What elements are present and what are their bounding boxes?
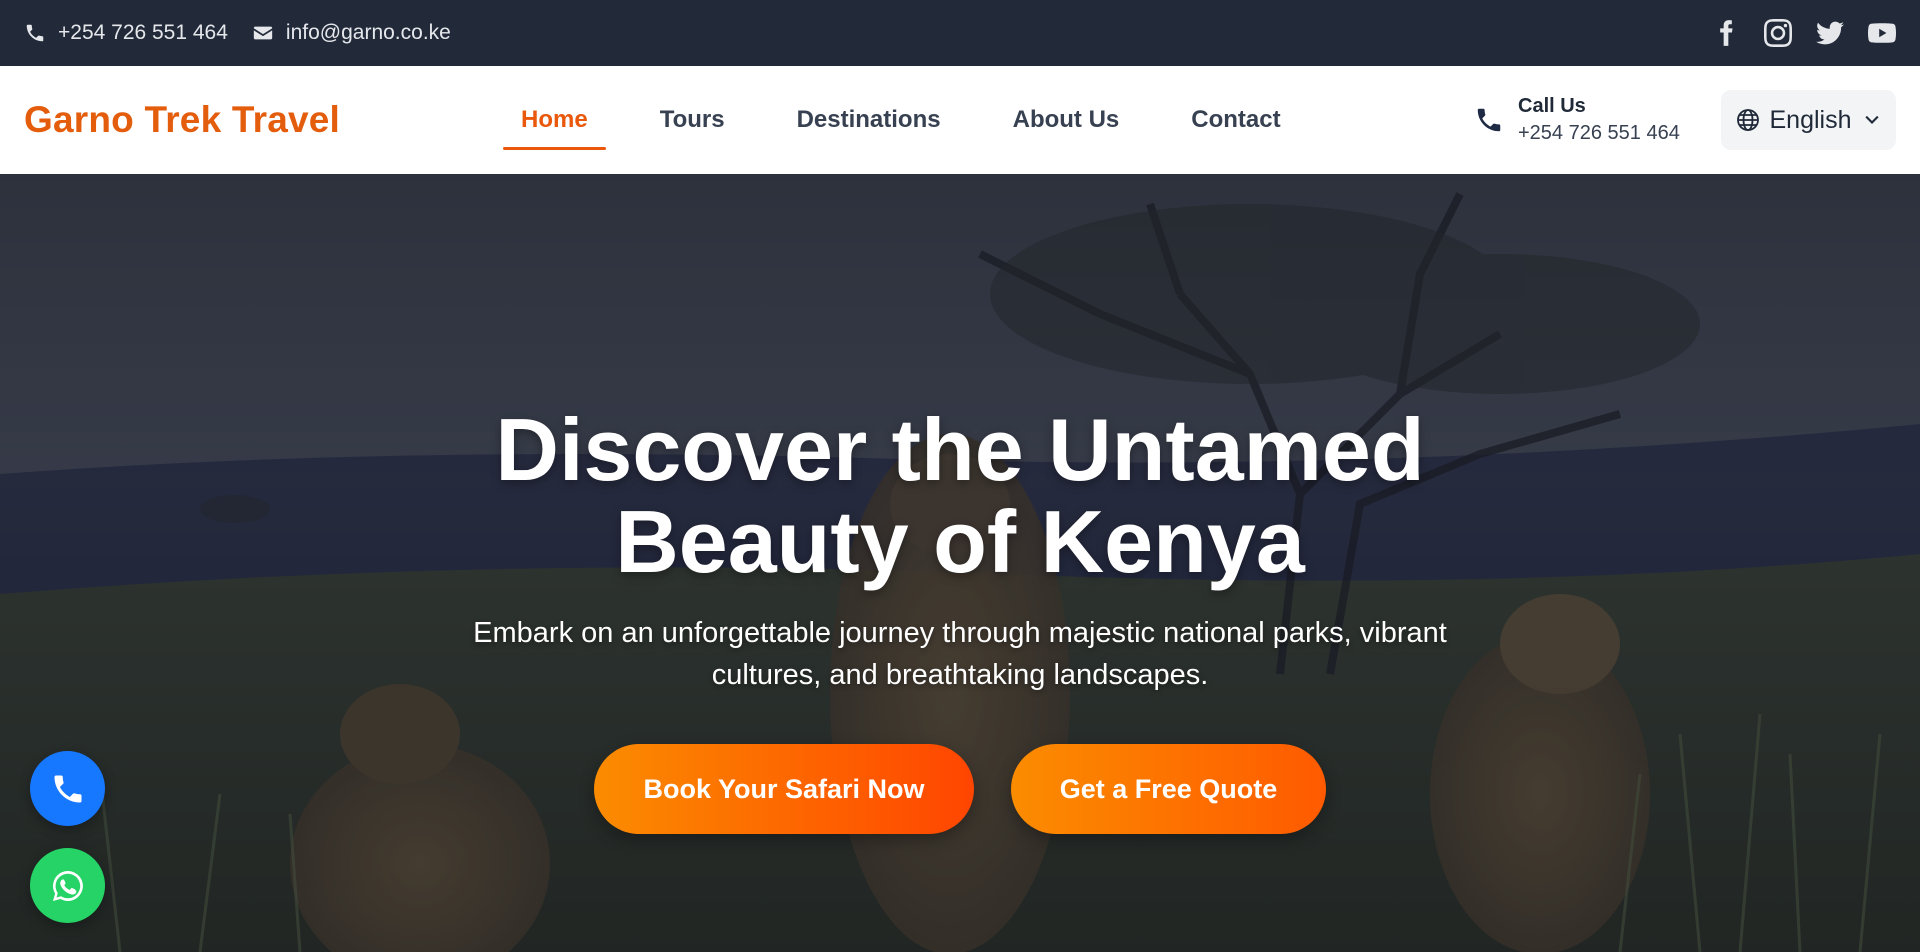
hero-subtitle-line-1: Embark on an unforgettable journey throu…	[473, 617, 1447, 649]
phone-icon	[54, 775, 81, 802]
phone-icon	[26, 24, 44, 42]
nav-links: Home Tours Destinations About Us Contact	[503, 66, 1335, 174]
floating-call-button[interactable]	[30, 751, 105, 826]
hero-title-line-2: Beauty of Kenya	[615, 492, 1305, 591]
free-quote-button[interactable]: Get a Free Quote	[1011, 744, 1326, 834]
topbar-contact: +254 726 551 464 info@garno.co.ke	[24, 0, 451, 66]
topbar-email[interactable]: info@garno.co.ke	[252, 21, 451, 45]
facebook-icon[interactable]	[1712, 19, 1740, 47]
top-bar: +254 726 551 464 info@garno.co.ke	[0, 0, 1920, 66]
nav-link-contact[interactable]: Contact	[1173, 66, 1298, 174]
topbar-phone-text: +254 726 551 464	[58, 21, 228, 44]
floating-whatsapp-button[interactable]	[30, 848, 105, 923]
hero-content: Discover the Untamed Beauty of Kenya Emb…	[0, 174, 1920, 952]
hero-section: Discover the Untamed Beauty of Kenya Emb…	[0, 174, 1920, 952]
main-navbar: Garno Trek Travel Home Tours Destination…	[0, 66, 1920, 174]
hero-title: Discover the Untamed Beauty of Kenya	[0, 404, 1920, 588]
call-us-block[interactable]: Call Us +254 726 551 464	[1474, 66, 1680, 174]
site-logo[interactable]: Garno Trek Travel	[24, 66, 340, 174]
book-safari-button[interactable]: Book Your Safari Now	[594, 744, 974, 834]
call-us-number: +254 726 551 464	[1518, 122, 1680, 144]
language-label: English	[1769, 105, 1852, 134]
chevron-down-icon	[1864, 115, 1879, 124]
nav-link-destinations[interactable]: Destinations	[779, 66, 959, 174]
youtube-icon[interactable]	[1868, 19, 1896, 47]
phone-icon	[1477, 108, 1501, 132]
hero-title-line-1: Discover the Untamed	[495, 400, 1425, 499]
topbar-phone[interactable]: +254 726 551 464	[24, 21, 228, 45]
twitter-icon[interactable]	[1816, 19, 1844, 47]
language-selector[interactable]: English	[1721, 90, 1896, 150]
social-links	[1712, 0, 1896, 66]
hero-subtitle-line-2: cultures, and breathtaking landscapes.	[711, 659, 1209, 691]
instagram-icon[interactable]	[1764, 19, 1792, 47]
nav-link-tours[interactable]: Tours	[642, 66, 743, 174]
topbar-email-text: info@garno.co.ke	[285, 21, 451, 44]
globe-icon	[1736, 109, 1759, 131]
call-us-label: Call Us	[1518, 95, 1586, 117]
whatsapp-icon	[52, 870, 83, 901]
nav-link-about-us[interactable]: About Us	[995, 66, 1138, 174]
envelope-icon	[253, 26, 273, 40]
nav-link-home[interactable]: Home	[503, 66, 606, 174]
hero-subtitle: Embark on an unforgettable journey throu…	[400, 612, 1520, 696]
